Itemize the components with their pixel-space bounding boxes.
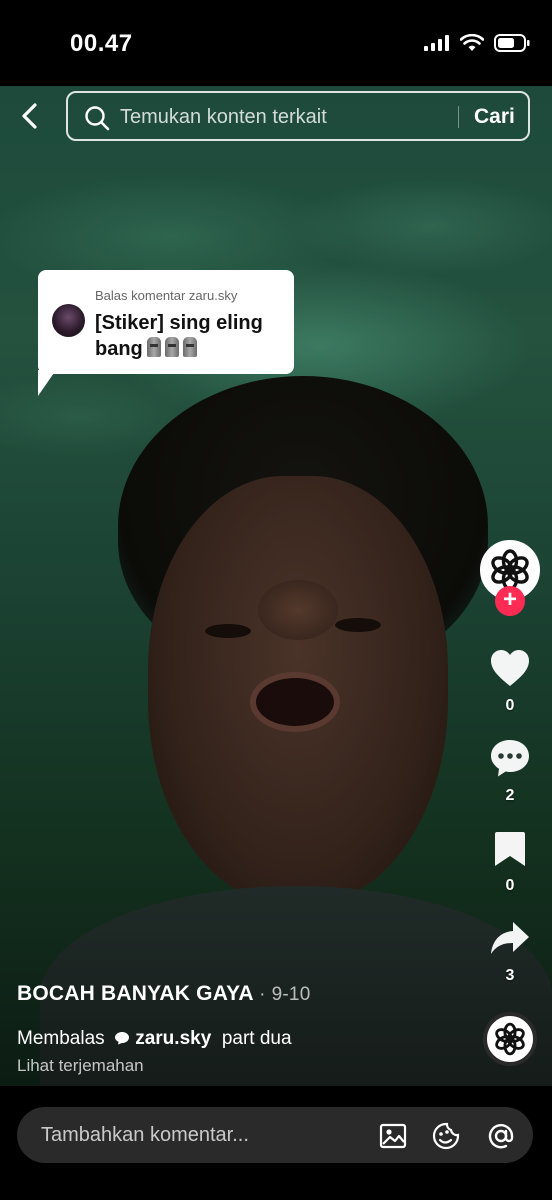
back-button[interactable] xyxy=(16,100,46,132)
search-placeholder: Temukan konten terkait xyxy=(120,106,327,128)
moai-emoji-icon xyxy=(146,337,161,357)
status-bar: 00.47 xyxy=(0,0,552,86)
caption-body: part dua xyxy=(221,1028,292,1049)
post-date: 9-10 xyxy=(271,984,311,1005)
video-player[interactable] xyxy=(0,86,552,1086)
comment-placeholder: Tambahkan komentar... xyxy=(41,1124,249,1146)
video-caption: BOCAH BANYAK GAYA · 9-10 Membalas zaru.s… xyxy=(17,982,457,1076)
video-subject-nose xyxy=(258,580,338,640)
emoji-sticker-icon[interactable] xyxy=(431,1121,461,1151)
bookmark-count: 0 xyxy=(505,877,515,894)
search-row: Temukan konten terkait Cari xyxy=(0,88,552,144)
search-divider xyxy=(458,106,459,128)
mention-icon[interactable] xyxy=(486,1121,516,1151)
heart-icon xyxy=(491,650,529,686)
signal-icon xyxy=(424,35,449,51)
like-count: 0 xyxy=(505,697,515,714)
search-button[interactable]: Cari xyxy=(474,105,515,129)
music-disc[interactable] xyxy=(483,1012,537,1066)
bottom-comment-bar: Tambahkan komentar... xyxy=(0,1086,552,1200)
author-row: BOCAH BANYAK GAYA · 9-10 xyxy=(17,982,457,1006)
reply-card-text: [Stiker] sing eling bang xyxy=(95,310,290,362)
moai-emoji-icon xyxy=(182,337,197,357)
like-button[interactable]: 0 xyxy=(480,648,540,715)
reply-user-link[interactable]: zaru.sky xyxy=(135,1028,211,1049)
search-icon xyxy=(85,106,110,131)
date-separator: · xyxy=(259,984,266,1005)
search-input[interactable]: Temukan konten terkait Cari xyxy=(66,91,530,141)
comment-input[interactable]: Tambahkan komentar... xyxy=(17,1107,533,1163)
reply-card-comment: [Stiker] sing eling bang xyxy=(95,312,263,360)
share-button[interactable]: 3 xyxy=(480,920,540,985)
share-count: 3 xyxy=(505,967,515,984)
avatar xyxy=(52,304,85,337)
comment-small-icon xyxy=(114,1032,129,1045)
chevron-left-icon xyxy=(22,103,37,129)
caption-text: Membalas zaru.sky part dua xyxy=(17,1028,457,1050)
reply-card-header: Balas komentar zaru.sky xyxy=(95,288,238,303)
comment-count: 2 xyxy=(505,787,515,804)
comment-bubble-icon xyxy=(491,740,529,777)
video-subject-eye-left xyxy=(205,624,251,638)
openai-logo-icon xyxy=(495,1022,525,1056)
author-name[interactable]: BOCAH BANYAK GAYA xyxy=(17,982,253,1005)
wifi-icon xyxy=(460,34,484,51)
image-icon[interactable] xyxy=(378,1121,408,1151)
moai-emoji-icon xyxy=(164,337,179,357)
follow-button[interactable]: + xyxy=(495,586,525,616)
bookmark-icon xyxy=(495,832,525,866)
bookmark-button[interactable]: 0 xyxy=(480,830,540,895)
reply-card-tail xyxy=(38,370,56,396)
video-subject-mouth xyxy=(250,672,340,732)
status-time: 00.47 xyxy=(70,30,133,57)
comment-button[interactable]: 2 xyxy=(480,738,540,805)
battery-icon xyxy=(494,34,530,52)
status-icons xyxy=(424,34,530,52)
reply-comment-card[interactable]: Balas komentar zaru.sky [Stiker] sing el… xyxy=(38,270,294,396)
reply-prefix: Membalas xyxy=(17,1028,105,1049)
share-arrow-icon xyxy=(491,922,529,954)
translate-link[interactable]: Lihat terjemahan xyxy=(17,1056,457,1076)
video-subject-eye-right xyxy=(335,618,381,632)
